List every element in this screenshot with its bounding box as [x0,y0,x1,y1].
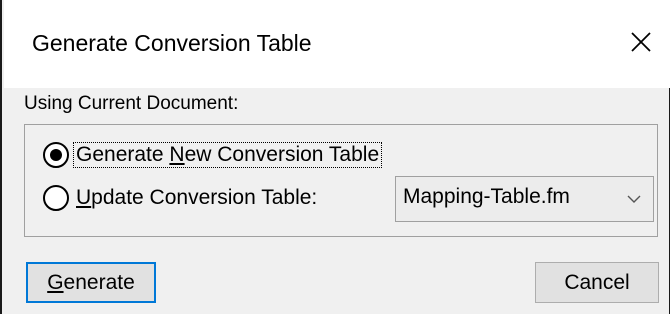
options-group: Generate New Conversion Table Update Con… [24,124,658,237]
radio-selected-dot [50,149,62,161]
cancel-button[interactable]: Cancel [535,262,659,303]
close-icon [631,32,651,52]
option-generate-new-label[interactable]: Generate New Conversion Table [73,142,383,168]
mnemonic-u: U [76,186,92,209]
option-update-label[interactable]: Update Conversion Table: [73,186,317,210]
close-button[interactable] [625,26,657,58]
dialog: Generate Conversion Table Using Current … [0,0,670,314]
generate-button-label: Generate [47,270,135,294]
radio-generate-new[interactable] [43,142,69,168]
section-label: Using Current Document: [24,93,239,114]
select-value: Mapping-Table.fm [403,185,570,208]
generate-button[interactable]: Generate [26,262,156,303]
cancel-button-label: Cancel [564,270,630,294]
option-generate-new[interactable]: Generate New Conversion Table [43,142,383,168]
option-update[interactable]: Update Conversion Table: [43,185,317,211]
dialog-title: Generate Conversion Table [32,30,312,56]
mnemonic-n: N [169,143,185,166]
chevron-down-icon [627,195,641,203]
title-bar[interactable]: Generate Conversion Table [4,0,670,88]
conversion-table-select[interactable]: Mapping-Table.fm [395,176,654,222]
radio-update[interactable] [43,185,69,211]
